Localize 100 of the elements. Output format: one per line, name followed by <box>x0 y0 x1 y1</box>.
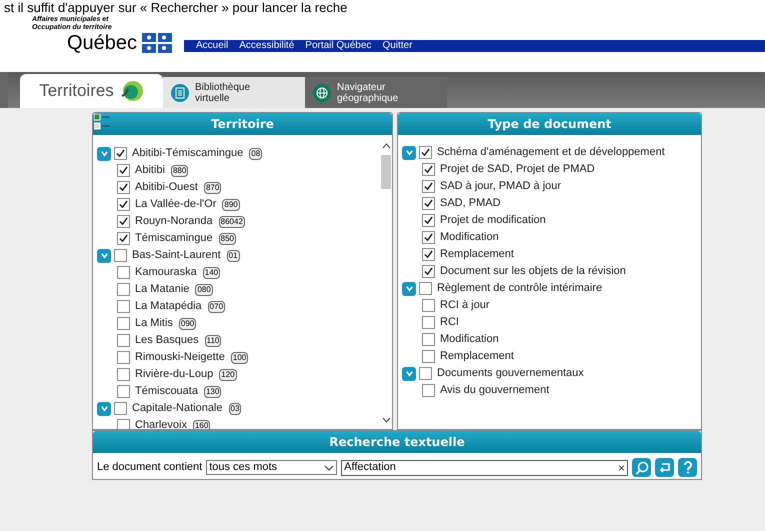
tree-item-label[interactable]: Remplacement <box>440 246 514 263</box>
app-logo-tab[interactable]: Territoires <box>20 74 163 108</box>
checkbox[interactable] <box>117 317 130 330</box>
search-label: Le document contient <box>97 460 202 476</box>
checkbox[interactable] <box>117 283 130 296</box>
nav-link[interactable]: Accessibilité <box>239 40 294 52</box>
tree-item-label[interactable]: Document sur les objets de la révision <box>440 263 626 280</box>
globe-icon <box>313 84 331 102</box>
checkbox[interactable] <box>114 147 127 160</box>
document-icon <box>171 84 189 102</box>
nav-link[interactable]: Quitter <box>382 40 412 52</box>
checkbox[interactable] <box>114 249 127 262</box>
checkbox[interactable] <box>117 164 130 177</box>
nav-link[interactable]: Accueil <box>196 40 228 52</box>
expand-toggle-icon[interactable] <box>402 366 416 380</box>
checkbox[interactable] <box>117 351 130 364</box>
nav-tab[interactable]: Bibliothèque virtuelle <box>163 77 305 108</box>
checkbox[interactable] <box>422 163 435 176</box>
tree-item-label[interactable]: Schéma d'aménagement et de développement <box>437 144 665 161</box>
app-name: Territoires <box>39 80 114 102</box>
checkbox[interactable] <box>422 350 435 363</box>
nav-link[interactable]: Portail Québec <box>305 40 372 52</box>
tree-item-label[interactable]: La Mitis <box>135 315 173 332</box>
code-badge: 120 <box>219 368 237 380</box>
help-button[interactable] <box>678 458 698 477</box>
tree-item-label[interactable]: Modification <box>440 229 499 246</box>
tree-item-label[interactable]: RCI <box>440 314 459 331</box>
checkbox[interactable] <box>114 402 127 415</box>
checkbox[interactable] <box>422 197 435 210</box>
return-arrow-icon <box>658 462 672 474</box>
expand-toggle-icon[interactable] <box>402 146 416 160</box>
code-badge: 890 <box>222 198 240 210</box>
tree-item-label[interactable]: Abitibi-Ouest <box>135 179 198 196</box>
tree-item-label[interactable]: Rouyn-Noranda <box>135 213 213 230</box>
checkbox[interactable] <box>422 316 435 329</box>
tree-item-label[interactable]: Abitibi-Témiscamingue <box>132 145 244 162</box>
code-badge: 01 <box>226 250 240 262</box>
code-badge: 090 <box>178 318 196 330</box>
expand-toggle-icon[interactable] <box>402 282 416 296</box>
expand-toggle-icon[interactable] <box>97 248 111 262</box>
checkbox[interactable] <box>422 333 435 346</box>
checkbox[interactable] <box>422 180 435 193</box>
tree-item-label[interactable]: Témiscamingue <box>135 230 213 247</box>
checkbox[interactable] <box>422 299 435 312</box>
checkbox[interactable] <box>117 385 130 398</box>
tree-item-label[interactable]: Abitibi <box>135 162 165 179</box>
select-all-icon[interactable] <box>94 114 110 132</box>
checkbox[interactable] <box>422 231 435 244</box>
tree-item-label[interactable]: Rimouski-Neigette <box>135 349 225 366</box>
checkbox[interactable] <box>422 214 435 227</box>
logo-text: Québec <box>66 32 137 54</box>
code-badge: 080 <box>195 284 213 296</box>
checkbox[interactable] <box>117 334 130 347</box>
search-mode-dropdown[interactable]: tous ces mots <box>206 460 338 475</box>
checkbox[interactable] <box>117 368 130 381</box>
expand-toggle-icon[interactable] <box>97 402 111 416</box>
tree-item-label[interactable]: Projet de modification <box>440 212 546 229</box>
checkbox[interactable] <box>117 232 130 245</box>
checkbox[interactable] <box>117 181 130 194</box>
checkbox[interactable] <box>117 300 130 313</box>
checkbox[interactable] <box>419 146 432 159</box>
tree-item-label[interactable]: Témiscouata <box>135 383 198 400</box>
tree-item-label[interactable]: SAD à jour, PMAD à jour <box>440 178 562 195</box>
checkbox[interactable] <box>419 282 432 295</box>
checkbox[interactable] <box>422 248 435 261</box>
nav-tab[interactable]: Navigateur géographique <box>305 77 447 108</box>
search-input-field[interactable]: Affectation × <box>341 460 628 476</box>
tree-item-label[interactable]: Kamouraska <box>135 264 197 281</box>
tree-item-label[interactable]: Capitale-Nationale <box>132 400 222 417</box>
tree-item-label[interactable]: Rivière-du-Loup <box>135 366 214 383</box>
scroll-up-icon[interactable] <box>382 143 390 149</box>
tree-item-label[interactable]: Les Basques <box>135 332 199 349</box>
checkbox[interactable] <box>117 266 130 279</box>
tree-item-label[interactable]: RCI à jour <box>440 297 490 314</box>
checkbox[interactable] <box>419 367 432 380</box>
scrollbar-thumb[interactable] <box>381 155 391 189</box>
tree-item-label[interactable]: Documents gouvernementaux <box>437 365 584 382</box>
tree-item-label[interactable]: Remplacement <box>440 348 514 365</box>
scroll-down-icon[interactable] <box>382 417 390 423</box>
search-button[interactable] <box>632 458 652 477</box>
checkbox[interactable] <box>422 265 435 278</box>
checkbox[interactable] <box>117 215 130 228</box>
tree-item-label[interactable]: Modification <box>440 331 499 348</box>
tree-item-label[interactable]: Règlement de contrôle intérimaire <box>437 280 602 297</box>
checkbox[interactable] <box>117 198 130 211</box>
checkbox[interactable] <box>117 419 130 429</box>
tree-item-label[interactable]: Charlevoix <box>135 417 187 429</box>
tree-item-label[interactable]: Avis du gouvernement <box>440 382 550 399</box>
tree-item-label[interactable]: Bas-Saint-Laurent <box>132 247 221 264</box>
checkbox[interactable] <box>422 384 435 397</box>
tree-item-label[interactable]: SAD, PMAD <box>440 195 501 212</box>
expand-toggle-icon[interactable] <box>97 146 111 160</box>
tree-item-label[interactable]: Projet de SAD, Projet de PMAD <box>440 161 595 178</box>
tree-item-label[interactable]: La Matanie <box>135 281 190 298</box>
panel-title: Recherche textuelle <box>329 434 465 451</box>
code-badge: 140 <box>202 266 220 278</box>
reset-button[interactable] <box>655 458 674 477</box>
tree-item-label[interactable]: La Vallée-de-l'Or <box>135 196 216 213</box>
tree-item-label[interactable]: La Matapédia <box>135 298 202 315</box>
question-mark-icon <box>682 461 693 474</box>
